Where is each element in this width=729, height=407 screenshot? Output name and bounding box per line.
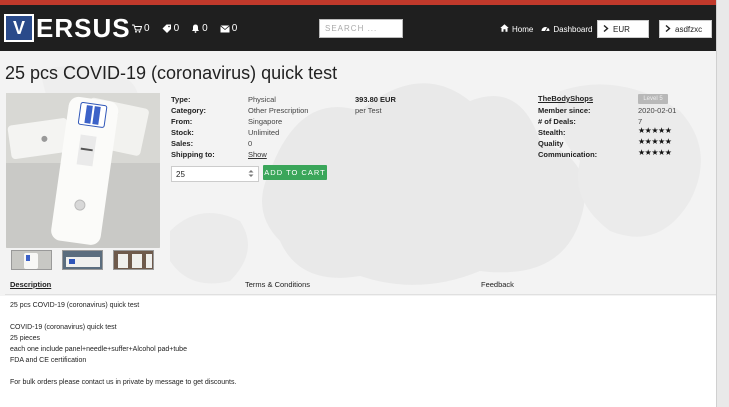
notifications-link[interactable]: 0 [191,23,208,34]
seller-level-badge: Level 5 [638,94,668,104]
nav-icons: 0 0 0 0 [132,23,237,34]
scrollbar[interactable] [716,0,729,407]
seller-name-link[interactable]: TheBodyShops [538,94,593,103]
quantity-stepper[interactable]: 25 [171,166,259,182]
tags-count: 0 [173,23,180,34]
thumbnail-3[interactable] [113,250,154,270]
logo-mark: V [4,14,34,42]
description-line: For bulk orders please contact us in pri… [10,379,237,386]
chevron-right-icon [603,24,609,34]
price-block: 393.80 EUR per Test [355,94,396,116]
quantity-value: 25 [176,169,185,179]
tab-bar: Description Terms & Conditions Feedback [5,277,716,295]
tab-terms[interactable]: Terms & Conditions [245,280,310,289]
bell-icon [191,24,200,33]
description-body: 25 pcs COVID-19 (coronavirus) quick test… [10,300,236,388]
logo[interactable]: V ERSUS [4,13,131,43]
product-detail-values: Physical Other Prescription Singapore Un… [248,94,308,160]
messages-count: 0 [231,23,238,34]
thumbnail-strip [11,250,154,270]
quality-label: Quality [538,139,564,148]
page: V ERSUS 0 0 0 0 SEARCH ... Home Dashboar… [0,0,716,407]
price-unit: per Test [355,106,382,115]
communication-stars: ★★★★★ [638,148,672,157]
stock-value: Unlimited [248,128,280,137]
shipping-label: Shipping to: [171,150,215,159]
logo-text: ERSUS [36,12,131,43]
seller-values: 2020-02-01 7 [638,105,676,127]
member-since-value: 2020-02-01 [638,106,677,115]
tab-description[interactable]: Description [10,280,51,289]
type-value: Physical [248,95,276,104]
description-line: COVID-19 (coronavirus) quick test [10,324,117,331]
cart-icon [132,24,142,33]
stock-label: Stock: [171,128,194,137]
dashboard-label: Dashboard [553,24,593,34]
member-since-label: Member since: [538,106,591,115]
add-to-cart-button[interactable]: ADD TO CART [263,165,327,180]
communication-label: Communication: [538,150,598,159]
user-menu[interactable]: asdfzxc [659,20,712,38]
currency-select[interactable]: EUR [597,20,649,38]
stealth-label: Stealth: [538,128,566,137]
tags-link[interactable]: 0 [162,23,180,34]
stepper-arrows-icon[interactable] [248,169,254,180]
product-image[interactable] [6,93,160,248]
price: 393.80 EUR [355,95,396,104]
page-title: 25 pcs COVID-19 (coronavirus) quick test [5,63,338,83]
description-line: 25 pieces [10,335,40,342]
nav-links: Home Dashboard [500,24,592,34]
username: asdfzxc [675,24,703,34]
tab-feedback[interactable]: Feedback [481,280,514,289]
dashboard-link[interactable]: Dashboard [541,24,592,34]
stealth-stars: ★★★★★ [638,126,672,135]
envelope-icon [219,24,230,33]
description-line: FDA and CE certification [10,357,87,364]
chevron-right-icon [665,24,671,34]
seller-labels: Member since: # of Deals: Stealth: Quali… [538,105,597,160]
shipping-show-link[interactable]: Show [248,149,308,160]
home-icon [500,24,509,34]
thumbnail-2[interactable] [62,250,103,270]
messages-link[interactable]: 0 [219,23,238,34]
home-label: Home [512,24,534,34]
tag-icon [162,24,172,33]
home-link[interactable]: Home [500,24,533,34]
product-detail-labels: Type: Category: From: Stock: Sales: Ship… [171,94,215,160]
dashboard-icon [541,24,550,34]
from-value: Singapore [248,117,283,126]
test-kit-illustration [6,93,160,248]
deals-label: # of Deals: [538,117,576,126]
category-value: Other Prescription [248,106,309,115]
type-label: Type: [171,95,191,104]
search-input[interactable]: SEARCH ... [319,19,403,38]
navbar: V ERSUS 0 0 0 0 SEARCH ... Home Dashboar… [0,5,716,51]
description-line: each one include panel+needle+suffer+Alc… [10,346,187,353]
thumbnail-1[interactable] [11,250,52,270]
quality-stars: ★★★★★ [638,137,672,146]
currency-value: EUR [613,24,630,34]
sales-value: 0 [248,139,253,148]
cart-count: 0 [144,23,150,34]
sales-label: Sales: [171,139,194,148]
description-line: 25 pcs COVID-19 (coronavirus) quick test [10,302,140,309]
notifications-count: 0 [202,23,208,34]
category-label: Category: [171,106,207,115]
cart-link[interactable]: 0 [132,23,150,34]
from-label: From: [171,117,193,126]
